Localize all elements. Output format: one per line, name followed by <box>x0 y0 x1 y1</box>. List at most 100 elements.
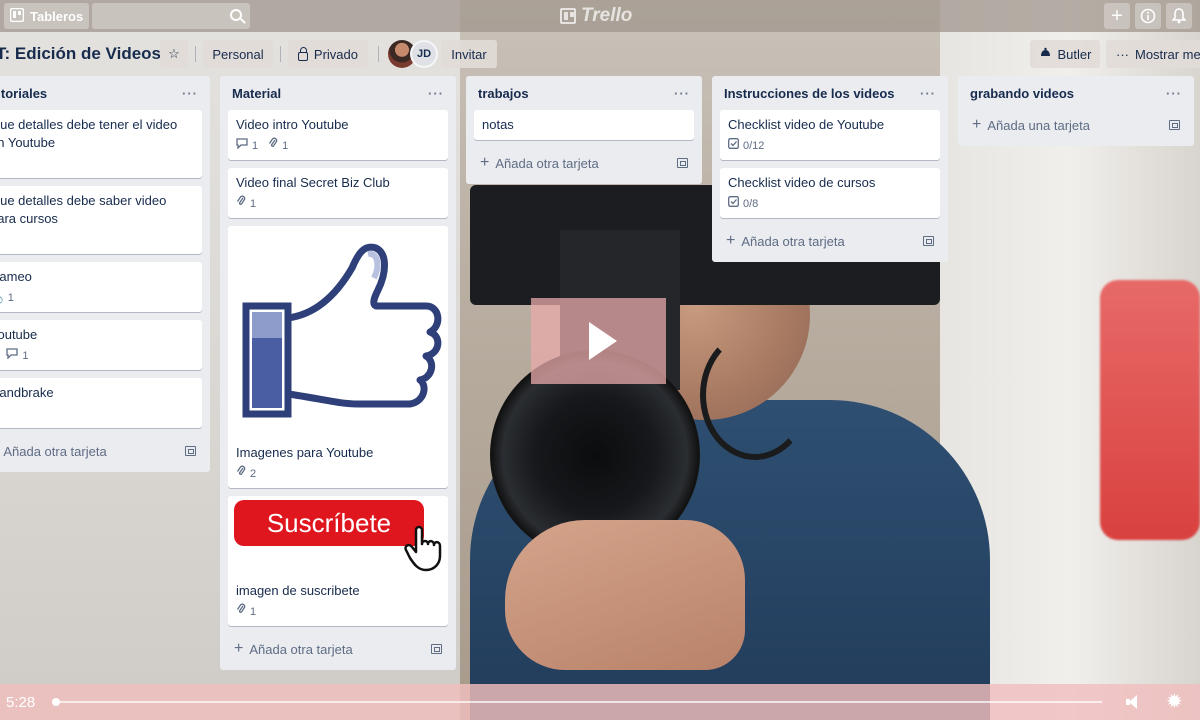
comment-count: 1 <box>252 140 259 152</box>
checklist-badge: 0/12 <box>728 137 764 155</box>
card[interactable]: Youtube ≡ 1 <box>0 320 202 370</box>
template-icon[interactable] <box>923 236 934 246</box>
add-card-left: + Añada otra tarjeta <box>0 443 107 459</box>
add-card-left: + Añada otra tarjeta <box>234 641 353 657</box>
attachment-icon <box>236 465 246 483</box>
card-badges: 📎 1 <box>0 290 194 306</box>
card[interactable]: notas <box>474 110 694 140</box>
settings-icon[interactable]: ✹ <box>1166 692 1183 712</box>
background-red-object <box>1100 280 1200 540</box>
comment-count: 1 <box>22 350 29 362</box>
volume-icon[interactable] <box>1126 695 1140 709</box>
visibility-private-button[interactable]: Privado <box>288 40 368 68</box>
list-title[interactable]: grabando videos <box>970 86 1074 101</box>
list-menu-icon[interactable]: ··· <box>674 86 690 101</box>
card[interactable]: Que detalles debe saber video para curso… <box>0 186 202 254</box>
bell-icon[interactable] <box>1166 3 1192 29</box>
attachment-badge: 1 <box>268 137 288 155</box>
list-menu-icon[interactable]: ··· <box>428 86 444 101</box>
star-button[interactable]: ☆ <box>160 40 188 68</box>
trello-logo-icon <box>560 8 576 24</box>
card-badges: ≡ <box>0 232 194 248</box>
attachment-icon <box>268 137 278 155</box>
list-menu-icon[interactable]: ··· <box>182 86 198 101</box>
card-badges: ≡ <box>0 406 194 422</box>
card-badges: 1 <box>236 603 440 621</box>
plus-icon: + <box>480 154 490 171</box>
top-navigation-bar: Tableros Trello + <box>0 0 1200 32</box>
member-avatar-initials[interactable]: JD <box>410 40 438 68</box>
add-card-left: + Añada otra tarjeta <box>726 233 845 249</box>
add-card-button[interactable]: + Añada otra tarjeta <box>474 148 694 178</box>
template-icon[interactable] <box>1169 120 1180 130</box>
add-card-label: Añada otra tarjeta <box>3 443 107 459</box>
header-divider <box>195 46 196 62</box>
card[interactable]: Checklist video de Youtube 0/12 <box>720 110 940 160</box>
template-icon[interactable] <box>185 446 196 456</box>
list-grabando-videos[interactable]: grabando videos ··· + Añada una tarjeta <box>958 76 1194 146</box>
list-header: Tutoriales ··· <box>0 76 202 110</box>
butler-button[interactable]: Butler <box>1030 40 1100 68</box>
list-header: trabajos ··· <box>474 76 694 110</box>
list-trabajos[interactable]: trabajos ··· notas + Añada otra tarjeta <box>466 76 702 184</box>
list-header: grabando videos ··· <box>966 76 1186 110</box>
card[interactable]: Handbrake ≡ <box>0 378 202 428</box>
list-menu-icon[interactable]: ··· <box>1166 86 1182 101</box>
card-badges: ≡ <box>0 156 194 172</box>
card-title: Checklist video de Youtube <box>728 117 885 132</box>
card[interactable]: Video intro Youtube 1 1 <box>228 110 448 160</box>
add-card-button[interactable]: + Añada otra tarjeta <box>0 436 202 466</box>
butler-label: Butler <box>1057 46 1092 62</box>
board-title[interactable]: T: Edición de Videos <box>0 44 161 64</box>
card[interactable]: Dameo 📎 1 <box>0 262 202 312</box>
add-card-left: + Añada otra tarjeta <box>480 155 599 171</box>
video-progress-track[interactable] <box>52 701 1102 703</box>
card[interactable]: Imagenes para Youtube 2 <box>228 226 448 488</box>
add-card-button[interactable]: + Añada otra tarjeta <box>228 634 448 664</box>
star-icon: ☆ <box>168 46 180 61</box>
invite-button[interactable]: Invitar <box>441 40 497 68</box>
attachment-count: 1 <box>7 292 14 304</box>
info-icon[interactable] <box>1135 3 1161 29</box>
boards-button[interactable]: Tableros <box>4 3 89 29</box>
checklist-badge: 0/8 <box>728 195 758 213</box>
video-play-button[interactable] <box>531 298 666 384</box>
team-personal-button[interactable]: Personal <box>203 40 273 68</box>
video-progress-handle[interactable] <box>52 698 61 706</box>
card[interactable]: Video final Secret Biz Club 1 <box>228 168 448 218</box>
add-card-button[interactable]: + Añada otra tarjeta <box>720 226 940 256</box>
template-icon[interactable] <box>677 158 688 168</box>
list-tutoriales[interactable]: Tutoriales ··· Que detalles debe tener e… <box>0 76 210 472</box>
card-title: imagen de suscribete <box>236 583 360 598</box>
attachment-badge: 2 <box>236 465 256 483</box>
list-title[interactable]: trabajos <box>478 86 529 101</box>
card[interactable]: Suscríbete imagen de suscribete 1 <box>228 496 448 626</box>
list-title[interactable]: Tutoriales <box>0 86 47 101</box>
list-title[interactable]: Material <box>232 86 281 101</box>
add-card-button[interactable]: + Añada una tarjeta <box>966 110 1186 140</box>
create-plus-icon[interactable]: + <box>1104 3 1130 29</box>
attachment-badge: 1 <box>236 603 256 621</box>
card-title: Video intro Youtube <box>236 117 349 132</box>
attachment-icon <box>236 603 246 621</box>
add-card-label: Añada otra tarjeta <box>741 233 845 249</box>
comment-badge: 1 <box>6 347 29 365</box>
search-input[interactable] <box>92 3 250 29</box>
attachment-icon <box>236 195 246 213</box>
list-title[interactable]: Instrucciones de los videos <box>724 86 895 101</box>
list-material[interactable]: Material ··· Video intro Youtube 1 1 Vid… <box>220 76 456 670</box>
trello-logo[interactable]: Trello <box>560 5 632 27</box>
show-menu-button[interactable]: ··· Mostrar menú <box>1106 40 1200 68</box>
checklist-count: 0/8 <box>743 198 759 210</box>
list-menu-icon[interactable]: ··· <box>920 86 936 101</box>
checklist-icon <box>728 137 739 155</box>
card-title: Youtube <box>0 327 38 342</box>
thumbs-up-icon <box>242 243 442 418</box>
template-icon[interactable] <box>431 644 442 654</box>
attachment-badge: 1 <box>236 195 256 213</box>
comment-badge: 1 <box>236 137 258 155</box>
card-title: Que detalles debe tener el video en Yout… <box>0 117 178 150</box>
card[interactable]: Que detalles debe tener el video en Yout… <box>0 110 202 178</box>
list-instrucciones[interactable]: Instrucciones de los videos ··· Checklis… <box>712 76 948 262</box>
card[interactable]: Checklist video de cursos 0/8 <box>720 168 940 218</box>
